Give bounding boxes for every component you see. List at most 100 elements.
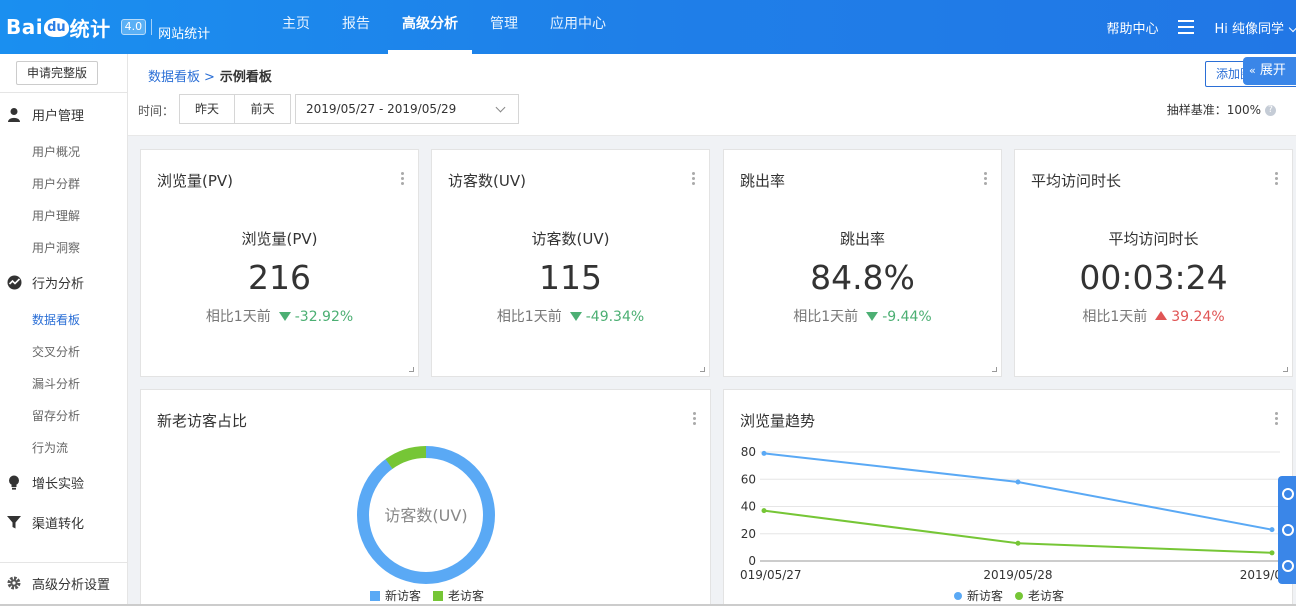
- nav-advanced-analysis[interactable]: 高级分析: [388, 0, 472, 54]
- sampling-basis: 抽样基准：100%?: [1167, 101, 1276, 118]
- card-title: 跳出率: [740, 172, 786, 190]
- logo-divider: [151, 19, 153, 35]
- resize-handle-icon[interactable]: [700, 367, 705, 372]
- legend-dot: [1015, 591, 1024, 600]
- more-vertical-icon[interactable]: [692, 172, 695, 185]
- sidebar-item-user-insight[interactable]: 用户洞察: [32, 239, 80, 256]
- kpi-change: -32.92%: [278, 309, 353, 325]
- kpi-value: 00:03:24: [1079, 258, 1228, 297]
- x-tick-label: 019/05/27: [740, 568, 802, 582]
- yesterday-button[interactable]: 昨天: [179, 94, 235, 124]
- kpi-card-avg-duration: 平均访问时长 平均访问时长 00:03:24 相比1天前 39.24%: [1014, 149, 1293, 377]
- legend-item-returning[interactable]: 老访客: [433, 587, 484, 604]
- day-before-button[interactable]: 前天: [235, 94, 291, 124]
- chevron-down-icon: [495, 102, 506, 113]
- list-menu-icon[interactable]: [1178, 20, 1195, 34]
- card-title: 访客数(UV): [448, 172, 526, 190]
- feedback-icon[interactable]: [1282, 488, 1294, 500]
- main-nav: 主页 报告 高级分析 管理 应用中心: [268, 0, 624, 54]
- chat-icon[interactable]: [1282, 560, 1294, 572]
- arrow-up-icon: [1155, 310, 1168, 320]
- x-tick-label: 2019/0: [1240, 568, 1282, 582]
- sidebar-item-user-segments[interactable]: 用户分群: [32, 175, 80, 192]
- data-point: [761, 450, 767, 456]
- legend-item-returning[interactable]: 老访客: [1015, 587, 1064, 604]
- help-center-link[interactable]: 帮助中心: [1106, 18, 1158, 37]
- expand-label: 展开: [1259, 63, 1286, 78]
- quick-date-buttons: 昨天 前天: [179, 94, 291, 124]
- nav-reports[interactable]: 报告: [328, 0, 384, 54]
- sidebar-item-user-understanding[interactable]: 用户理解: [32, 207, 80, 224]
- x-tick-label: 2019/05/28: [983, 568, 1052, 582]
- series-line-1: [763, 509, 1273, 554]
- time-label: 时间：: [138, 104, 175, 118]
- help-icon[interactable]: ?: [1265, 105, 1276, 116]
- kpi-comparison: 相比1天前 -49.34%: [432, 306, 709, 326]
- kpi-label: 平均访问时长: [1108, 230, 1199, 248]
- sidebar-divider: [0, 562, 128, 563]
- sidebar-advanced-settings[interactable]: 高级分析设置: [0, 571, 128, 595]
- nav-app-center[interactable]: 应用中心: [536, 0, 620, 54]
- sidebar: 申请完整版 用户管理 用户概况 用户分群 用户理解 用户洞察 行为分析 数据看板…: [0, 54, 128, 606]
- donut-legend: 新访客 老访客: [370, 587, 496, 604]
- kpi-label: 访客数(UV): [531, 230, 610, 248]
- legend-dot: [954, 591, 962, 600]
- bulb-icon: [6, 474, 22, 490]
- sidebar-settings-label: 高级分析设置: [32, 577, 111, 593]
- sidebar-item-retention-analysis[interactable]: 留存分析: [32, 407, 80, 424]
- resize-handle-icon[interactable]: [409, 367, 414, 372]
- pv-trend-card: 浏览量趋势 0 20 40 60 80 019/05/27 2019/05/28 2019/0…: [723, 389, 1293, 606]
- sidebar-group-label: 增长实验: [32, 476, 85, 492]
- sidebar-item-user-overview[interactable]: 用户概况: [32, 143, 80, 160]
- sidebar-group-label: 渠道转化: [32, 516, 85, 532]
- double-chevron-left-icon: «: [1249, 64, 1256, 77]
- breadcrumb-data-board-link[interactable]: 数据看板: [148, 70, 200, 85]
- kpi-card-pv: 浏览量(PV) 浏览量(PV) 216 相比1天前 -32.92%: [140, 149, 419, 377]
- kpi-change: 39.24%: [1155, 309, 1225, 325]
- kpi-comparison: 相比1天前 -32.92%: [141, 306, 418, 326]
- sidebar-group-growth-experiment[interactable]: 增长实验: [0, 470, 128, 494]
- y-tick-label: 0: [748, 554, 756, 568]
- expand-panel-button[interactable]: « 展开: [1243, 57, 1296, 85]
- y-tick-label: 80: [741, 445, 756, 459]
- series-line-0: [763, 452, 1273, 531]
- data-point: [1269, 550, 1275, 556]
- resize-handle-icon[interactable]: [1283, 367, 1288, 372]
- more-vertical-icon[interactable]: [693, 412, 696, 425]
- logo-text-left: Bai: [6, 15, 44, 39]
- more-vertical-icon[interactable]: [1275, 172, 1278, 185]
- resize-handle-icon[interactable]: [992, 367, 997, 372]
- product-name: 网站统计: [158, 26, 211, 42]
- user-menu[interactable]: Hi 纯像同学: [1214, 18, 1296, 37]
- compare-label: 相比1天前: [1082, 309, 1148, 325]
- nav-home[interactable]: 主页: [268, 0, 324, 54]
- chevron-down-icon: [1288, 23, 1296, 32]
- baidu-tongji-logo[interactable]: Bai du 统计 4.0 网站统计: [6, 8, 210, 46]
- funnel-icon: [6, 514, 22, 530]
- more-vertical-icon[interactable]: [984, 172, 987, 185]
- data-point: [761, 508, 767, 514]
- board-header: 数据看板 > 示例看板 时间： 昨天 前天 2019/05/27 - 2019/05…: [128, 54, 1296, 136]
- kpi-label: 浏览量(PV): [241, 230, 318, 248]
- logo-text-right: 统计: [69, 16, 111, 41]
- sidebar-group-channel-conversion[interactable]: 渠道转化: [0, 510, 128, 534]
- kpi-change: -49.34%: [569, 309, 644, 325]
- kpi-card-uv: 访客数(UV) 访客数(UV) 115 相比1天前 -49.34%: [431, 149, 710, 377]
- edit-icon[interactable]: [1282, 524, 1294, 536]
- compare-label: 相比1天前: [205, 309, 271, 325]
- date-range-picker[interactable]: 2019/05/27 - 2019/05/29: [295, 94, 519, 124]
- kpi-change: -9.44%: [866, 309, 932, 325]
- sidebar-group-behavior-analysis[interactable]: 行为分析: [0, 270, 128, 294]
- sidebar-item-data-board[interactable]: 数据看板: [32, 311, 80, 328]
- sidebar-group-label: 用户管理: [32, 108, 85, 124]
- apply-full-version-button[interactable]: 申请完整版: [16, 61, 98, 85]
- more-vertical-icon[interactable]: [401, 172, 404, 185]
- sidebar-item-cross-analysis[interactable]: 交叉分析: [32, 343, 80, 360]
- user-icon: [6, 106, 22, 122]
- legend-item-new[interactable]: 新访客: [954, 587, 1003, 604]
- sidebar-group-user-management[interactable]: 用户管理: [0, 102, 128, 126]
- nav-manage[interactable]: 管理: [476, 0, 532, 54]
- sidebar-item-funnel-analysis[interactable]: 漏斗分析: [32, 375, 80, 392]
- sidebar-item-behavior-flow[interactable]: 行为流: [32, 439, 68, 456]
- legend-item-new[interactable]: 新访客: [370, 587, 421, 604]
